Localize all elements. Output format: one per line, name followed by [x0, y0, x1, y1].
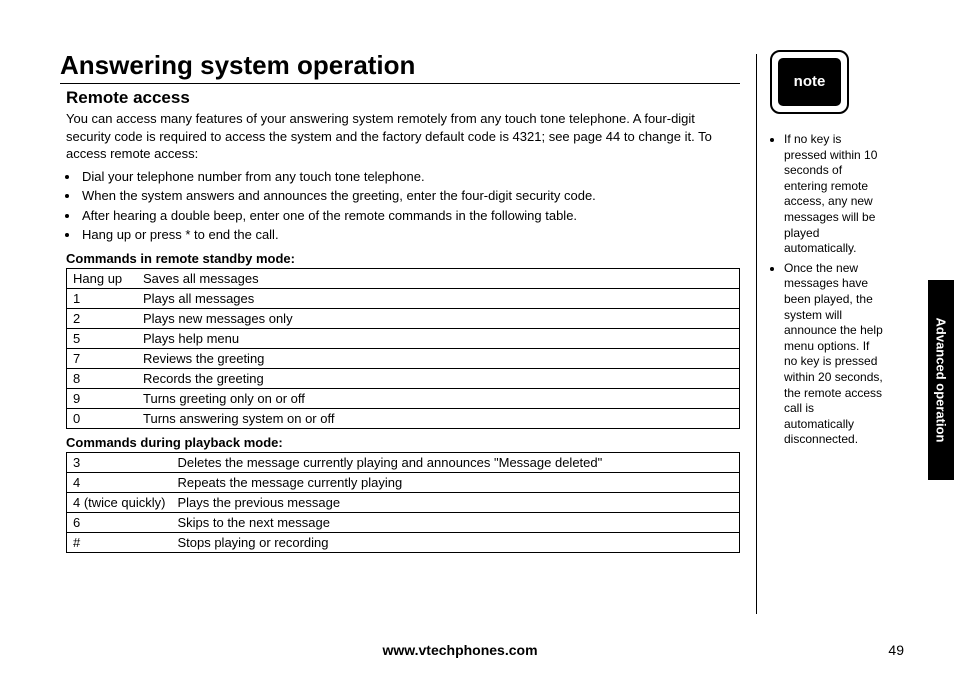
- table-row: 7Reviews the greeting: [67, 348, 740, 368]
- table-row: 4Repeats the message currently playing: [67, 472, 740, 492]
- list-item: Once the new messages have been played, …: [784, 261, 885, 448]
- table-row: 6Skips to the next message: [67, 512, 740, 532]
- table-row: 3Deletes the message currently playing a…: [67, 452, 740, 472]
- table-row: 5Plays help menu: [67, 328, 740, 348]
- intro-paragraph: You can access many features of your ans…: [66, 110, 740, 163]
- note-badge-label: note: [778, 58, 841, 106]
- list-item: Dial your telephone number from any touc…: [80, 167, 740, 187]
- notes-list: If no key is pressed within 10 seconds o…: [770, 132, 885, 448]
- table-title-standby: Commands in remote standby mode:: [66, 251, 740, 266]
- table-row: #Stops playing or recording: [67, 532, 740, 552]
- table-title-playback: Commands during playback mode:: [66, 435, 740, 450]
- note-badge: note: [770, 50, 849, 114]
- page-title: Answering system operation: [60, 50, 740, 84]
- steps-list: Dial your telephone number from any touc…: [66, 167, 740, 245]
- sidebar: note If no key is pressed within 10 seco…: [770, 50, 885, 452]
- table-row: 9Turns greeting only on or off: [67, 388, 740, 408]
- standby-commands-table: Hang upSaves all messages 1Plays all mes…: [66, 268, 740, 429]
- table-row: 1Plays all messages: [67, 288, 740, 308]
- table-row: 0Turns answering system on or off: [67, 408, 740, 428]
- page-number: 49: [888, 642, 904, 658]
- list-item: Hang up or press * to end the call.: [80, 225, 740, 245]
- table-row: 8Records the greeting: [67, 368, 740, 388]
- side-tab-label: Advanced operation: [934, 318, 949, 443]
- section-heading: Remote access: [66, 88, 740, 108]
- list-item: After hearing a double beep, enter one o…: [80, 206, 740, 226]
- playback-commands-table: 3Deletes the message currently playing a…: [66, 452, 740, 553]
- table-row: 2Plays new messages only: [67, 308, 740, 328]
- table-row: Hang upSaves all messages: [67, 268, 740, 288]
- vertical-separator: [756, 54, 757, 614]
- side-tab: Advanced operation: [928, 280, 954, 480]
- footer-url: www.vtechphones.com: [0, 642, 920, 658]
- list-item: When the system answers and announces th…: [80, 186, 740, 206]
- table-row: 4 (twice quickly)Plays the previous mess…: [67, 492, 740, 512]
- list-item: If no key is pressed within 10 seconds o…: [784, 132, 885, 257]
